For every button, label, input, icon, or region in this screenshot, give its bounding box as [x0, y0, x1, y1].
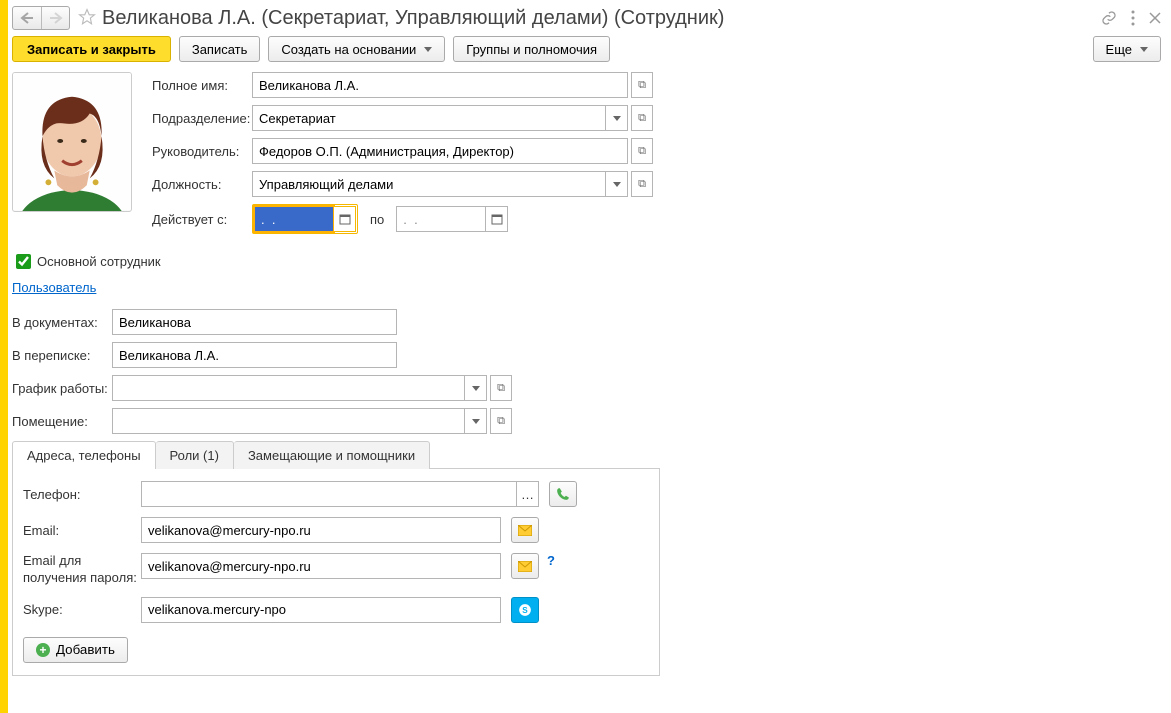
skype-call-button[interactable]: S	[511, 597, 539, 623]
dept-input[interactable]	[252, 105, 606, 131]
open-full-name-button[interactable]: ⧉	[631, 72, 653, 98]
favorite-star-icon[interactable]	[78, 8, 96, 29]
to-label: по	[370, 212, 384, 227]
chevron-down-icon	[424, 47, 432, 52]
save-button[interactable]: Записать	[179, 36, 261, 62]
envelope-icon	[518, 525, 532, 536]
avatar[interactable]	[12, 72, 132, 212]
open-position-button[interactable]: ⧉	[631, 171, 653, 197]
in-corr-label: В переписке:	[12, 348, 112, 363]
email-pwd-label: Email для получения пароля:	[23, 553, 141, 587]
open-dept-button[interactable]: ⧉	[631, 105, 653, 131]
toolbar: Записать и закрыть Записать Создать на о…	[12, 36, 1161, 62]
dept-dropdown-button[interactable]	[606, 105, 628, 131]
more-button[interactable]: Еще	[1093, 36, 1161, 62]
chevron-down-icon	[613, 116, 621, 121]
room-input[interactable]	[112, 408, 465, 434]
primary-employee-label: Основной сотрудник	[37, 254, 161, 269]
email-input[interactable]	[141, 517, 501, 543]
chevron-down-icon	[472, 386, 480, 391]
active-to-calendar-button[interactable]	[486, 206, 508, 232]
create-based-label: Создать на основании	[281, 42, 416, 57]
calendar-icon	[339, 213, 351, 225]
position-label: Должность:	[152, 177, 252, 192]
active-to-input[interactable]	[396, 206, 486, 232]
chevron-down-icon	[472, 419, 480, 424]
groups-permissions-button[interactable]: Группы и полномочия	[453, 36, 610, 62]
open-chief-button[interactable]: ⧉	[631, 138, 653, 164]
titlebar: Великанова Л.А. (Секретариат, Управляющи…	[12, 6, 1161, 30]
chief-input[interactable]	[252, 138, 628, 164]
envelope-icon	[518, 561, 532, 572]
save-close-button[interactable]: Записать и закрыть	[12, 36, 171, 62]
phone-call-icon	[556, 487, 570, 501]
tab-body-addresses: Телефон: … Email: Email для получения па…	[12, 469, 660, 676]
tab-roles[interactable]: Роли (1)	[156, 441, 234, 469]
more-label: Еще	[1106, 42, 1132, 57]
phone-label: Телефон:	[23, 487, 141, 502]
nav-back-button[interactable]	[13, 7, 41, 29]
open-icon: ⧉	[638, 79, 646, 92]
in-corr-input[interactable]	[112, 342, 397, 368]
active-from-label: Действует с:	[152, 212, 252, 227]
add-contact-button[interactable]: + Добавить	[23, 637, 128, 663]
in-docs-input[interactable]	[112, 309, 397, 335]
tab-addresses-phones[interactable]: Адреса, телефоны	[12, 441, 156, 469]
full-name-label: Полное имя:	[152, 78, 252, 93]
schedule-input[interactable]	[112, 375, 465, 401]
email-label: Email:	[23, 523, 141, 538]
ellipsis-icon: …	[521, 487, 534, 502]
link-icon[interactable]	[1101, 10, 1117, 26]
chief-label: Руководитель:	[152, 144, 252, 159]
active-from-input[interactable]	[254, 206, 334, 232]
phone-ellipsis-button[interactable]: …	[517, 481, 539, 507]
open-icon: ⧉	[497, 382, 505, 395]
add-label: Добавить	[56, 642, 115, 657]
skype-icon: S	[518, 603, 532, 617]
plus-icon: +	[36, 643, 50, 657]
phone-input[interactable]	[141, 481, 517, 507]
skype-label: Skype:	[23, 602, 141, 617]
call-button[interactable]	[549, 481, 577, 507]
skype-input[interactable]	[141, 597, 501, 623]
chevron-down-icon	[613, 182, 621, 187]
position-input[interactable]	[252, 171, 606, 197]
nav-forward-button[interactable]	[41, 7, 69, 29]
send-email-pwd-button[interactable]	[511, 553, 539, 579]
send-email-button[interactable]	[511, 517, 539, 543]
active-from-calendar-button[interactable]	[334, 206, 356, 232]
open-icon: ⧉	[638, 112, 646, 125]
tabs: Адреса, телефоны Роли (1) Замещающие и п…	[12, 441, 660, 469]
schedule-label: График работы:	[12, 381, 112, 396]
schedule-dropdown-button[interactable]	[465, 375, 487, 401]
in-docs-label: В документах:	[12, 315, 112, 330]
room-label: Помещение:	[12, 414, 112, 429]
tab-substitutes[interactable]: Замещающие и помощники	[234, 441, 430, 469]
open-schedule-button[interactable]: ⧉	[490, 375, 512, 401]
calendar-icon	[491, 213, 503, 225]
page-title: Великанова Л.А. (Секретариат, Управляющи…	[102, 7, 724, 30]
email-pwd-input[interactable]	[141, 553, 501, 579]
open-icon: ⧉	[638, 178, 646, 191]
primary-employee-checkbox[interactable]	[16, 254, 31, 269]
kebab-menu-icon[interactable]	[1131, 10, 1135, 26]
chevron-down-icon	[1140, 47, 1148, 52]
create-based-button[interactable]: Создать на основании	[268, 36, 445, 62]
dept-label: Подразделение:	[152, 111, 252, 126]
close-icon[interactable]	[1149, 12, 1161, 24]
user-link[interactable]: Пользователь	[12, 280, 96, 295]
help-icon[interactable]: ?	[547, 553, 555, 568]
open-icon: ⧉	[497, 415, 505, 428]
svg-text:S: S	[522, 606, 528, 615]
open-icon: ⧉	[638, 145, 646, 158]
position-dropdown-button[interactable]	[606, 171, 628, 197]
room-dropdown-button[interactable]	[465, 408, 487, 434]
open-room-button[interactable]: ⧉	[490, 408, 512, 434]
full-name-input[interactable]	[252, 72, 628, 98]
